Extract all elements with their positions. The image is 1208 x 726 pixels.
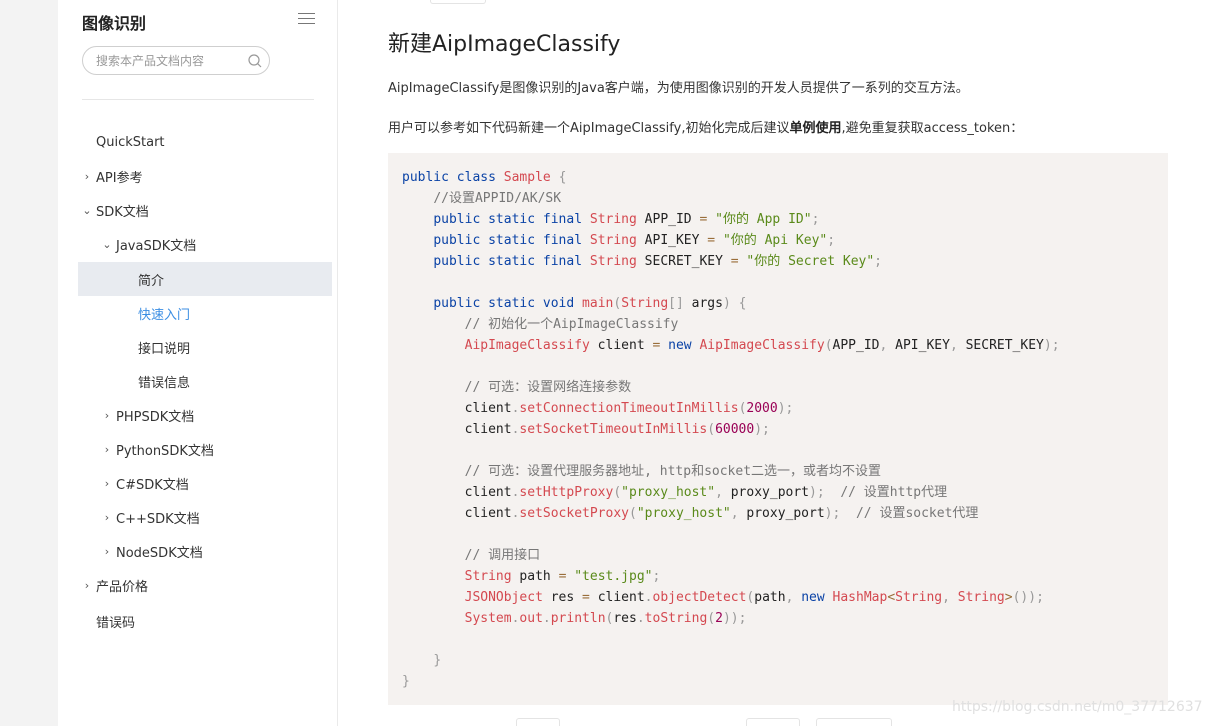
top-tab-ghost [430, 0, 486, 4]
sidebar-item-label: C#SDK文档 [116, 477, 189, 493]
search-input[interactable] [96, 52, 236, 69]
chevron-right-icon: › [84, 578, 90, 592]
sidebar-item[interactable]: › PythonSDK文档 [78, 432, 332, 466]
sidebar-item[interactable]: ⌄ SDK文档 [78, 193, 332, 227]
sidebar-item-label: PHPSDK文档 [116, 409, 195, 425]
sidebar-item[interactable]: 错误码 [78, 604, 332, 638]
code-block: public class Sample { //设置APPID/AK/SK pu… [388, 153, 1168, 705]
search-icon[interactable] [247, 53, 263, 69]
sidebar-item[interactable]: › PHPSDK文档 [78, 398, 332, 432]
chevron-right-icon: › [84, 169, 90, 183]
chevron-down-icon: ⌄ [82, 203, 92, 217]
sidebar-item[interactable]: › C#SDK文档 [78, 466, 332, 500]
sidebar-item-label: SDK文档 [96, 204, 149, 220]
sidebar-item-label: 产品价格 [96, 579, 149, 595]
sidebar-item-label: 错误信息 [138, 375, 191, 391]
chevron-down-icon: ⌄ [102, 237, 112, 251]
usage-text-bold: 单例使用 [789, 121, 842, 136]
bottom-tab-ghost [746, 718, 800, 726]
bottom-tab-ghost [516, 718, 560, 726]
sidebar-item-label: JavaSDK文档 [116, 238, 197, 254]
sidebar-title: 图像识别 [82, 14, 147, 33]
sidebar-item-label: 快速入门 [138, 307, 191, 323]
chevron-right-icon: › [104, 476, 110, 490]
sidebar-item[interactable]: 错误信息 [78, 364, 332, 398]
usage-text-after: ,避免重复获取access_token： [841, 121, 1024, 136]
code-text: public class Sample { //设置APPID/AK/SK pu… [402, 170, 1060, 689]
sidebar-item-label: 错误码 [96, 615, 136, 631]
sidebar-divider [82, 99, 314, 100]
sidebar-item[interactable]: › API参考 [78, 159, 332, 193]
sidebar-item-label: C++SDK文档 [116, 511, 200, 527]
sidebar-item-label: API参考 [96, 170, 143, 186]
sidebar-item[interactable]: › 产品价格 [78, 568, 332, 602]
sidebar-item[interactable]: › NodeSDK文档 [78, 534, 332, 568]
sidebar-item-label: PythonSDK文档 [116, 443, 214, 459]
sidebar-item[interactable]: 接口说明 [78, 330, 332, 364]
sidebar-item-label: 简介 [138, 273, 165, 289]
sidebar: 图像识别 QuickStart › API参考 ⌄ SDK文档 ⌄ JavaSDK文档简介快… [58, 0, 338, 726]
left-gutter [0, 0, 58, 726]
intro-paragraph: AipImageClassify是图像识别的Java客户端，为使用图像识别的开发… [388, 81, 969, 96]
chevron-right-icon: › [104, 544, 110, 558]
sidebar-item-label: NodeSDK文档 [116, 545, 203, 561]
sidebar-item[interactable]: ⌄ JavaSDK文档 [78, 227, 332, 261]
search-box [82, 46, 270, 75]
sidebar-item[interactable]: › C++SDK文档 [78, 500, 332, 534]
sidebar-item[interactable]: 简介 [78, 262, 332, 296]
section-heading: 新建AipImageClassify [388, 32, 621, 57]
hamburger-menu-icon[interactable] [298, 13, 315, 26]
usage-text-before: 用户可以参考如下代码新建一个AipImageClassify,初始化完成后建议 [388, 121, 790, 136]
watermark: https://blog.csdn.net/m0_37712637 [952, 699, 1203, 715]
bottom-tab-ghost [816, 718, 892, 726]
chevron-right-icon: › [104, 442, 110, 456]
sidebar-item[interactable]: QuickStart [78, 125, 332, 159]
chevron-right-icon: › [104, 408, 110, 422]
sidebar-item-label: 接口说明 [138, 341, 191, 357]
chevron-right-icon: › [104, 510, 110, 524]
sidebar-item[interactable]: 快速入门 [78, 296, 332, 330]
sidebar-item-label: QuickStart [96, 134, 165, 150]
usage-paragraph: 用户可以参考如下代码新建一个AipImageClassify,初始化完成后建议单… [388, 117, 1023, 136]
